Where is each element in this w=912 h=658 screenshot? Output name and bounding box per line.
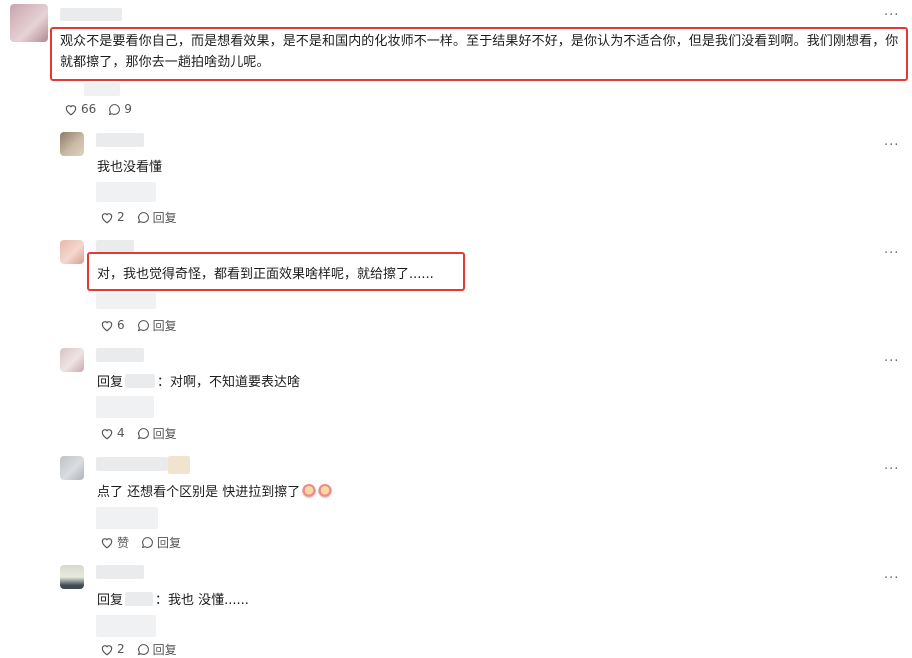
comment-bubble-icon bbox=[137, 211, 149, 223]
reply-button[interactable]: 9 bbox=[108, 102, 132, 116]
reply-label: 回复 bbox=[152, 318, 177, 333]
like-count: 2 bbox=[117, 210, 125, 224]
reply-label: 回复 bbox=[152, 210, 177, 225]
reply-text: 点了 还想看个区别是 快进拉到擦了 bbox=[97, 482, 333, 503]
username-blurred[interactable] bbox=[96, 133, 144, 147]
like-button[interactable]: 6 bbox=[100, 318, 125, 332]
username-blurred[interactable] bbox=[96, 240, 134, 252]
reply-meta-blurred bbox=[96, 293, 156, 309]
reply-body: ：我也 没懂...... bbox=[155, 593, 249, 608]
reply-button[interactable]: 回复 bbox=[137, 317, 177, 334]
reply-actions: 2 回复 bbox=[100, 642, 189, 657]
like-count: 2 bbox=[117, 642, 125, 656]
reply-actions: 6 回复 bbox=[100, 317, 189, 334]
like-label: 赞 bbox=[117, 535, 130, 550]
username-blurred[interactable] bbox=[96, 565, 144, 579]
like-button[interactable]: 4 bbox=[100, 426, 125, 440]
avatar[interactable] bbox=[10, 4, 48, 42]
heart-icon bbox=[65, 104, 77, 115]
reply-button[interactable]: 回复 bbox=[141, 534, 181, 551]
comment-text: 观众不是要看你自己，而是想看效果，是不是和国内的化妆师不一样。至于结果好不好，是… bbox=[60, 34, 899, 70]
reply-meta-blurred bbox=[96, 615, 156, 637]
reply-text: 对，我也觉得奇怪，都看到正面效果啥样呢，就给擦了...... bbox=[97, 267, 434, 282]
crying-clown-emoji-icon bbox=[302, 484, 317, 498]
comment-actions: 66 9 bbox=[64, 102, 144, 116]
username-blurred[interactable] bbox=[96, 457, 168, 471]
more-options-icon[interactable]: ··· bbox=[884, 246, 899, 261]
reply-actions: 4 回复 bbox=[100, 425, 189, 442]
heart-icon bbox=[101, 212, 113, 223]
heart-icon bbox=[101, 320, 113, 331]
username-blurred[interactable] bbox=[96, 348, 144, 362]
reply-body: 点了 还想看个区别是 快进拉到擦了 bbox=[97, 485, 301, 500]
comment-bubble-icon bbox=[137, 643, 149, 655]
avatar[interactable] bbox=[60, 565, 84, 589]
reply-meta-blurred bbox=[96, 396, 154, 418]
more-options-icon[interactable]: ··· bbox=[884, 462, 899, 477]
reply-text: 我也没看懂 bbox=[97, 160, 163, 175]
reply-actions: 2 回复 bbox=[100, 209, 189, 226]
username-blurred[interactable] bbox=[60, 8, 122, 21]
reply-label: 回复 bbox=[157, 535, 182, 550]
like-count: 66 bbox=[81, 102, 97, 116]
avatar[interactable] bbox=[60, 348, 84, 372]
badge-icon bbox=[168, 456, 190, 474]
like-button[interactable]: 2 bbox=[100, 642, 125, 656]
like-count: 6 bbox=[117, 318, 125, 332]
reply-prefix: 回复 bbox=[97, 593, 124, 608]
reply-prefix: 回复 bbox=[97, 375, 124, 390]
heart-icon bbox=[101, 537, 113, 548]
reply-actions: 赞 回复 bbox=[100, 534, 193, 551]
reply-text: 回复 ：我也 没懂...... bbox=[97, 590, 249, 611]
more-options-icon[interactable]: ··· bbox=[884, 8, 899, 23]
avatar[interactable] bbox=[60, 456, 84, 480]
avatar[interactable] bbox=[60, 132, 84, 156]
mention-blurred[interactable] bbox=[125, 592, 154, 606]
comment-meta-blurred bbox=[84, 83, 120, 96]
like-button[interactable]: 赞 bbox=[100, 534, 129, 551]
like-button[interactable]: 66 bbox=[64, 102, 96, 116]
reply-meta-blurred bbox=[96, 507, 158, 529]
comment-bubble-icon bbox=[109, 103, 121, 115]
more-options-icon[interactable]: ··· bbox=[884, 354, 899, 369]
mention-blurred[interactable] bbox=[125, 374, 156, 388]
comment-bubble-icon bbox=[137, 319, 149, 331]
crying-clown-emoji-icon bbox=[318, 484, 333, 498]
more-options-icon[interactable]: ··· bbox=[884, 571, 899, 586]
like-count: 4 bbox=[117, 426, 125, 440]
like-button[interactable]: 2 bbox=[100, 210, 125, 224]
reply-body: ：对啊，不知道要表达啥 bbox=[157, 375, 301, 390]
heart-icon bbox=[101, 428, 113, 439]
comment-bubble-icon bbox=[137, 427, 149, 439]
reply-meta-blurred bbox=[96, 182, 156, 202]
reply-count: 9 bbox=[124, 102, 132, 116]
reply-button[interactable]: 回复 bbox=[137, 209, 177, 226]
avatar[interactable] bbox=[60, 240, 84, 264]
reply-text: 回复 ：对啊，不知道要表达啥 bbox=[97, 372, 300, 393]
reply-button[interactable]: 回复 bbox=[137, 425, 177, 442]
heart-icon bbox=[101, 644, 113, 655]
more-options-icon[interactable]: ··· bbox=[884, 138, 899, 153]
reply-label: 回复 bbox=[152, 426, 177, 441]
comment-bubble-icon bbox=[141, 536, 153, 548]
